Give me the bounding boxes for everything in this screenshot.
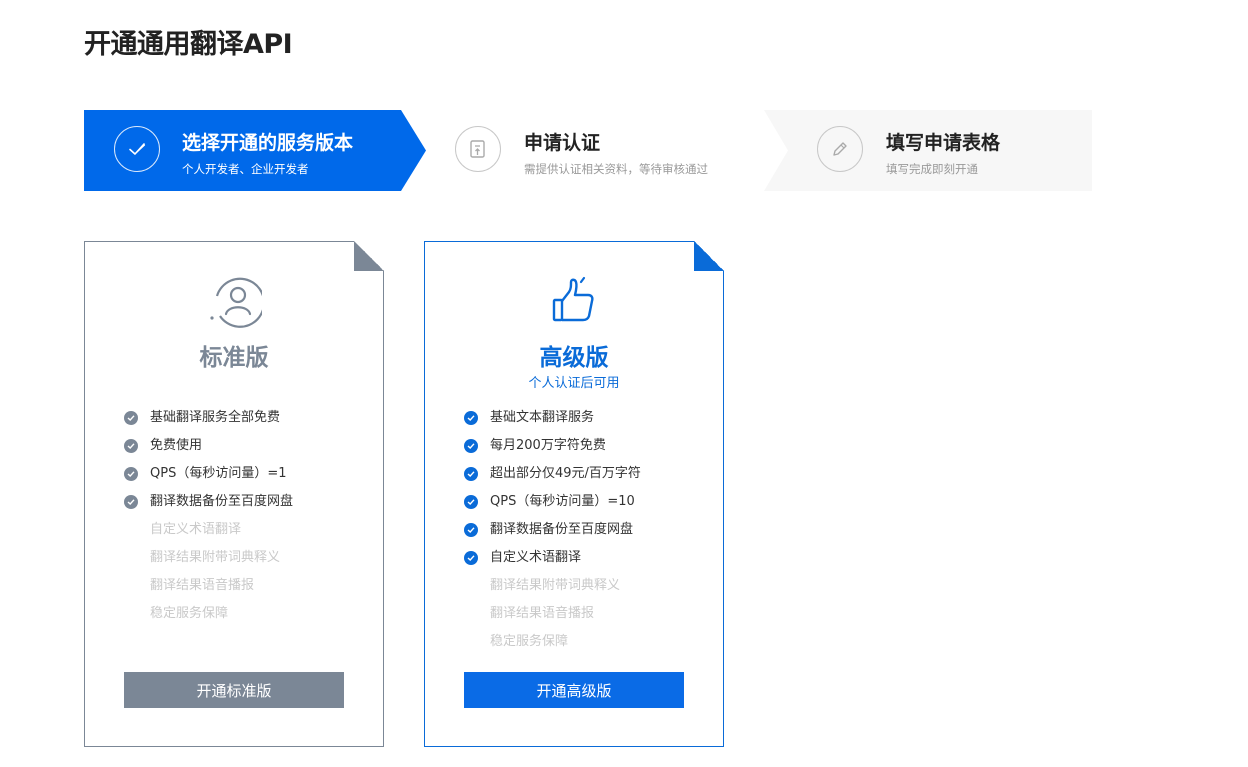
step-fill-form: 填写申请表格 填写完成即刻开通 — [764, 110, 1092, 191]
plan-note: 个人认证后可用 — [528, 376, 620, 391]
check-circle-icon — [124, 439, 138, 453]
feature-item: QPS（每秒访问量）=10 — [464, 491, 641, 519]
feature-item: 翻译数据备份至百度网盘 — [464, 519, 641, 547]
feature-item-disabled: 自定义术语翻译 — [150, 522, 242, 537]
check-circle-icon — [124, 495, 138, 509]
activate-premium-button[interactable]: 开通高级版 — [464, 672, 684, 708]
plan-card-premium: 高级版 个人认证后可用 基础文本翻译服务 每月200万字符免费 超出部分仅49元… — [424, 241, 724, 747]
step-select-version: 选择开通的服务版本 个人开发者、企业开发者 — [84, 110, 426, 191]
step-title: 填写申请表格 — [886, 132, 1001, 154]
feature-list: 基础翻译服务全部免费 免费使用 QPS（每秒访问量）=1 翻译数据备份至百度网盘… — [124, 407, 293, 631]
check-circle-icon — [464, 411, 478, 425]
steps-bar: 选择开通的服务版本 个人开发者、企业开发者 申请认证 需提供认证相关资料，等待审… — [84, 110, 1092, 191]
feature-item: 每月200万字符免费 — [464, 435, 641, 463]
user-icon — [85, 276, 383, 328]
feature-item: 超出部分仅49元/百万字符 — [464, 463, 641, 491]
feature-item-disabled: 翻译结果语音播报 — [490, 606, 595, 621]
feature-item-disabled: 翻译结果附带词典释义 — [490, 578, 621, 593]
check-circle-icon — [464, 551, 478, 565]
step-subtitle: 需提供认证相关资料，等待审核通过 — [524, 162, 708, 176]
step-title: 选择开通的服务版本 — [182, 132, 354, 154]
page-title: 开通通用翻译API — [84, 29, 293, 60]
feature-list: 基础文本翻译服务 每月200万字符免费 超出部分仅49元/百万字符 QPS（每秒… — [464, 407, 641, 659]
feature-item: 基础文本翻译服务 — [464, 407, 641, 435]
card-corner-fold — [694, 241, 724, 271]
feature-item: 自定义术语翻译 — [464, 547, 641, 575]
plan-name: 高级版 — [539, 345, 609, 371]
feature-item-disabled: 翻译结果语音播报 — [150, 578, 255, 593]
thumbs-up-icon — [425, 276, 723, 328]
step-subtitle: 填写完成即刻开通 — [886, 162, 978, 176]
feature-item: 翻译数据备份至百度网盘 — [124, 491, 293, 519]
check-circle-icon — [464, 439, 478, 453]
step-apply-certification: 申请认证 需提供认证相关资料，等待审核通过 — [426, 110, 764, 191]
feature-item-disabled: 稳定服务保障 — [150, 606, 229, 621]
card-corner-fold — [354, 241, 384, 271]
feature-item: 基础翻译服务全部免费 — [124, 407, 293, 435]
step-subtitle: 个人开发者、企业开发者 — [182, 162, 309, 176]
check-circle-icon — [464, 495, 478, 509]
check-icon — [114, 126, 160, 172]
feature-item-disabled: 翻译结果附带词典释义 — [150, 550, 281, 565]
plan-card-standard: 标准版 基础翻译服务全部免费 免费使用 QPS（每秒访问量）=1 翻译数据备份至… — [84, 241, 384, 747]
feature-item-disabled: 稳定服务保障 — [490, 634, 569, 649]
feature-item: 免费使用 — [124, 435, 293, 463]
check-circle-icon — [124, 467, 138, 481]
activate-standard-button[interactable]: 开通标准版 — [124, 672, 344, 708]
check-circle-icon — [464, 467, 478, 481]
plan-name: 标准版 — [199, 345, 269, 371]
feature-item: QPS（每秒访问量）=1 — [124, 463, 293, 491]
check-circle-icon — [124, 411, 138, 425]
step-title: 申请认证 — [524, 132, 601, 154]
check-circle-icon — [464, 523, 478, 537]
pencil-icon — [817, 126, 863, 172]
document-upload-icon — [455, 126, 501, 172]
